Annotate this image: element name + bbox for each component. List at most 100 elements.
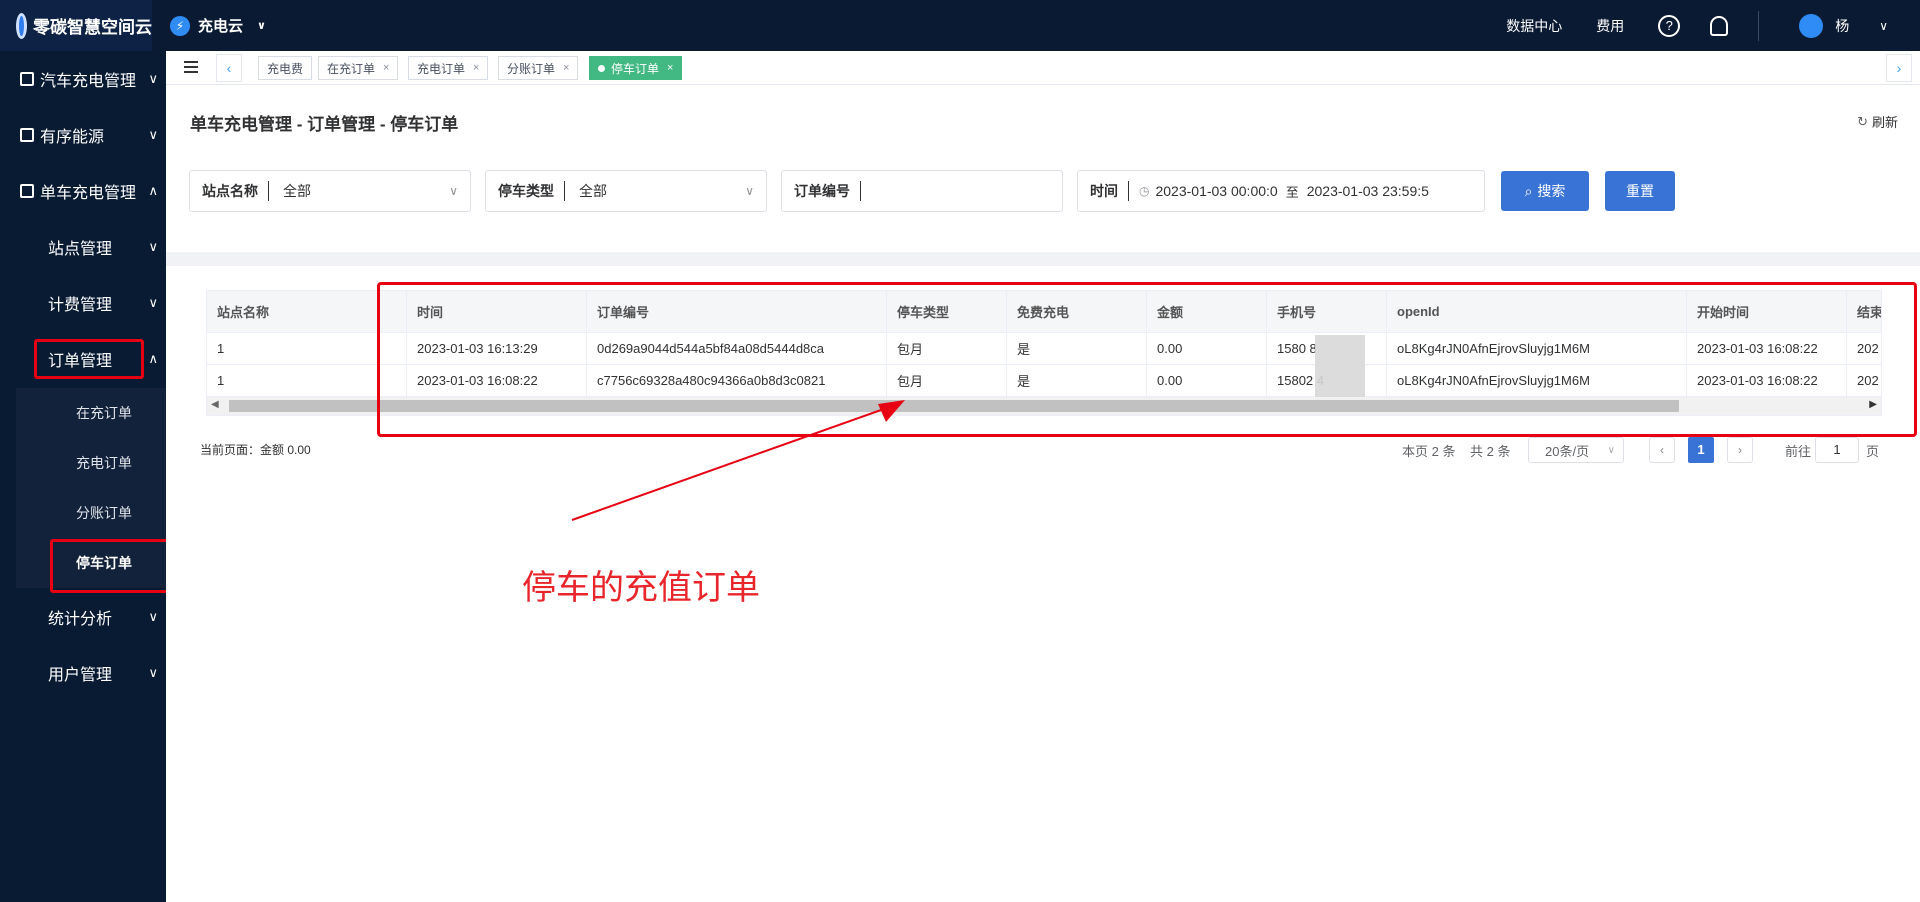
park-type-label: 停车类型 [486, 181, 565, 201]
page-summary: 当前页面：金额 0.00 [200, 443, 311, 457]
sidebar-item-car-charging[interactable]: 汽车充电管理 ∨ [0, 53, 166, 105]
data-center-link[interactable]: 数据中心 [1506, 16, 1562, 36]
sidebar-item-charging-orders[interactable]: 在充订单 [16, 388, 166, 438]
close-icon[interactable]: × [563, 62, 569, 74]
park-type-value: 全部 [579, 183, 607, 199]
edit-icon [20, 128, 34, 142]
sidebar-item-label: 用户管理 [48, 667, 113, 684]
time-end[interactable]: 2023-01-03 23:59:5 [1307, 183, 1429, 199]
tab-parking-orders[interactable]: 停车订单 × [589, 56, 683, 80]
sidebar-item-label: 有序能源 [40, 129, 105, 146]
close-icon[interactable]: × [383, 62, 389, 74]
chevron-down-icon: ∨ [148, 609, 158, 624]
chevron-down-icon: ∨ [148, 295, 158, 310]
question-circle-icon[interactable]: ? [1658, 14, 1681, 37]
tabs-next-button[interactable]: › [1886, 54, 1912, 82]
sidebar-item-label: 统计分析 [48, 611, 113, 628]
search-button[interactable]: ⌕ 搜索 [1501, 171, 1589, 211]
time-range-picker[interactable]: 时间 ◷ 2023-01-03 00:00:0 至 2023-01-03 23:… [1077, 170, 1485, 212]
edit-icon [20, 184, 34, 198]
search-label: 搜索 [1537, 183, 1566, 199]
goto-page-input[interactable]: 1 [1815, 437, 1859, 463]
close-icon[interactable]: × [473, 62, 479, 74]
tab-label: 停车订单 [611, 61, 660, 76]
tab-label: 充电费 [267, 61, 304, 76]
site-label: 站点名称 [190, 181, 269, 201]
page-unit: 页 [1866, 443, 1880, 459]
tab-charge-orders[interactable]: 充电订单 × [408, 56, 489, 80]
clock-icon: ◷ [1139, 184, 1150, 198]
tabs-bar: ‹ 充电费 在充订单 × 充电订单 × 分账订单 × 停车订单 × › [166, 51, 1920, 85]
logo[interactable]: 零碳智慧空间云 [0, 0, 152, 51]
chevron-down-icon: ∨ [148, 665, 158, 680]
sidebar-item-statistics[interactable]: 统计分析 ∨ [0, 591, 166, 643]
scroll-left-icon[interactable]: ◀ [211, 399, 219, 410]
highlight-order-management [34, 339, 144, 379]
sidebar-item-bike-charging[interactable]: 单车充电管理 ∧ [0, 165, 166, 217]
chevron-up-icon: ∧ [148, 351, 158, 366]
time-separator: 至 [1285, 184, 1299, 200]
annotation-text: 停车的充值订单 [522, 569, 760, 607]
chevron-down-icon[interactable]: ∨ [1879, 19, 1888, 33]
tabs-prev-button[interactable]: ‹ [216, 54, 242, 82]
sidebar-item-billing-management[interactable]: 计费管理 ∨ [0, 277, 166, 329]
tab-label: 充电订单 [417, 61, 466, 76]
refresh-icon: ↻ [1857, 113, 1868, 129]
site-value: 全部 [283, 183, 311, 199]
tab-label: 在充订单 [327, 61, 376, 76]
divider-band [166, 252, 1920, 266]
refresh-label: 刷新 [1871, 115, 1898, 130]
search-icon: ⌕ [1524, 182, 1533, 199]
grid-icon [20, 72, 34, 86]
time-label: 时间 [1078, 181, 1129, 201]
time-start[interactable]: 2023-01-03 00:00:0 [1155, 183, 1277, 199]
page-size-select[interactable]: 20条/页 ∨ [1528, 437, 1624, 463]
prev-page-button[interactable]: ‹ [1649, 437, 1675, 463]
tab-split-orders[interactable]: 分账订单 × [498, 56, 579, 80]
sidebar-item-label: 站点管理 [48, 241, 113, 258]
chevron-up-icon: ∧ [148, 183, 158, 198]
page-size-value: 20条/页 [1545, 443, 1590, 459]
chevron-down-icon: ∨ [449, 184, 458, 198]
park-type-select[interactable]: 停车类型 全部 ∨ [485, 170, 767, 212]
sidebar-item-charge-orders[interactable]: 充电订单 [16, 438, 166, 488]
sidebar-item-ordered-energy[interactable]: 有序能源 ∨ [0, 109, 166, 161]
refresh-button[interactable]: ↻ 刷新 [1857, 112, 1898, 131]
sidebar-item-split-orders[interactable]: 分账订单 [16, 488, 166, 538]
reset-button[interactable]: 重置 [1605, 171, 1675, 211]
next-page-button[interactable]: › [1727, 437, 1753, 463]
chevron-down-icon: ∨ [148, 127, 158, 142]
chevron-down-icon: ∨ [148, 71, 158, 86]
highlight-parking-orders [50, 539, 184, 593]
bell-icon[interactable] [1710, 15, 1729, 36]
fees-link[interactable]: 费用 [1596, 16, 1624, 36]
sidebar-item-label: 单车充电管理 [40, 185, 137, 202]
chevron-down-icon: ∨ [257, 20, 266, 32]
total-count: 共 2 条 [1470, 443, 1511, 459]
divider [1758, 10, 1760, 41]
sidebar-item-label: 汽车充电管理 [40, 73, 137, 90]
sidebar: 汽车充电管理 ∨ 有序能源 ∨ 单车充电管理 ∧ 站点管理 ∨ 计费管理 ∨ 订… [0, 51, 184, 902]
chevron-down-icon: ∨ [745, 184, 754, 198]
avatar[interactable] [1799, 13, 1824, 38]
top-bar: 零碳智慧空间云 ⚡ 充电云 ∨ 数据中心 费用 ? 杨 ∨ [0, 0, 1920, 51]
logo-icon [16, 12, 27, 39]
sidebar-item-site-management[interactable]: 站点管理 ∨ [0, 221, 166, 273]
menu-toggle-icon[interactable] [184, 61, 198, 73]
product-name: 充电云 [198, 18, 244, 35]
tab-charging-orders[interactable]: 在充订单 × [318, 56, 399, 80]
tab-charge-fee[interactable]: 充电费 [258, 56, 313, 80]
site-select[interactable]: 站点名称 全部 ∨ [189, 170, 471, 212]
user-name[interactable]: 杨 [1835, 16, 1849, 36]
product-icon: ⚡ [170, 15, 190, 36]
page-count: 本页 2 条 [1402, 443, 1456, 459]
goto-label: 前往 [1785, 443, 1812, 459]
sidebar-item-user-management[interactable]: 用户管理 ∨ [0, 647, 166, 699]
active-dot-icon [598, 64, 605, 72]
current-page[interactable]: 1 [1688, 437, 1714, 463]
product-switcher[interactable]: ⚡ 充电云 ∨ [170, 0, 266, 51]
order-no-label: 订单编号 [782, 181, 861, 201]
close-icon[interactable]: × [667, 62, 673, 74]
order-no-field[interactable]: 订单编号 [781, 170, 1063, 212]
chevron-down-icon: ∨ [1607, 444, 1615, 456]
